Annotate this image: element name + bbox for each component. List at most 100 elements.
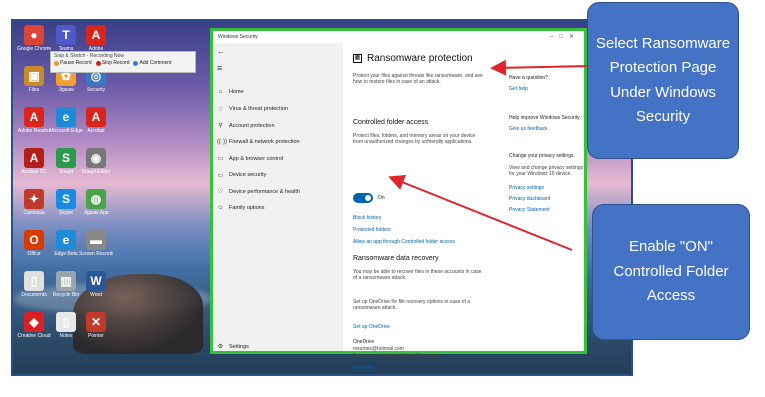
nav-item[interactable]: ☺ Family options xyxy=(217,205,264,211)
snip-toolbar: Snip & Sketch - Recording Now Pause Reco… xyxy=(50,51,196,73)
desktop-icon[interactable]: T Teams xyxy=(49,25,83,52)
add-comment-button[interactable]: Add Comment xyxy=(133,60,171,66)
app-icon: ◍ xyxy=(86,189,106,209)
feedback-link[interactable]: Give us feedback xyxy=(509,126,548,132)
annotated-screenshot: ● Google Chrome T Teams A Adobe ▣ Files ✿ Jigsaw ◎… xyxy=(0,0,765,397)
desktop-icon[interactable]: S Snagit xyxy=(49,148,83,175)
cfa-heading: Controlled folder access xyxy=(353,119,429,126)
app-icon: A xyxy=(86,107,106,127)
block-history-link[interactable]: Block history xyxy=(353,215,381,221)
window-controls[interactable]: –□✕ xyxy=(550,33,580,40)
app-icon: A xyxy=(86,25,106,45)
main-content: ▦ Ransomware protection Protect your fil… xyxy=(353,43,503,371)
nav-item[interactable]: ▭ App & browser control xyxy=(217,155,284,163)
recovery-description: You may be able to recover files in thes… xyxy=(353,269,482,282)
desktop-icon[interactable]: A Acrobat xyxy=(79,107,113,134)
desktop-icon-label: Recycle Bin xyxy=(52,292,80,298)
app-icon: ▥ xyxy=(56,271,76,291)
nav-item-label: Virus & threat protection xyxy=(229,106,288,112)
desktop-icon[interactable]: ▣ Files xyxy=(17,66,51,93)
window-title: Windows Security xyxy=(218,34,258,40)
desktop-icon[interactable]: ▯ Documents xyxy=(17,271,51,298)
nav-icon: ▭ xyxy=(217,156,224,162)
app-icon: ◆ xyxy=(24,312,44,332)
stop-icon xyxy=(95,60,101,66)
nav-icon: ♡ xyxy=(217,106,224,113)
desktop-icon-label: Pointer xyxy=(88,333,104,339)
protected-folders-link[interactable]: Protected folders xyxy=(353,227,391,233)
setup-onedrive-link[interactable]: Set up OneDrive xyxy=(353,324,390,330)
desktop-icon[interactable]: A Adobe xyxy=(79,25,113,52)
nav-item-label: Home xyxy=(229,89,244,95)
desktop-icon[interactable]: ▥ Recycle Bin xyxy=(49,271,83,298)
desktop-icon-label: Creative Cloud xyxy=(17,333,51,339)
desktop-icon[interactable]: e Microsoft Edge xyxy=(49,107,83,134)
allow-app-link[interactable]: Allow an app through Controlled folder a… xyxy=(353,239,455,245)
nav-icon: ☺ xyxy=(217,204,224,211)
desktop-icon-label: Snagit Editor xyxy=(81,169,111,175)
nav-item[interactable]: ▭ Device security xyxy=(217,172,267,179)
app-icon: e xyxy=(56,230,76,250)
desktop-icon[interactable]: ✕ Pointer xyxy=(79,312,113,339)
app-icon: e xyxy=(56,107,76,127)
app-icon: ▯ xyxy=(56,312,76,332)
app-icon: A xyxy=(24,148,44,168)
desktop-icon[interactable]: ▯ Notes xyxy=(49,312,83,339)
back-arrow-icon[interactable]: ← xyxy=(217,47,225,56)
nav-icon: ⌂ xyxy=(218,89,223,95)
desktop-icon[interactable]: ● Google Chrome xyxy=(17,25,51,52)
desktop-icon[interactable]: ✦ Camtasia xyxy=(17,189,51,216)
right-panel: Have a question? Get help Help improve W… xyxy=(509,43,585,351)
desktop-icon[interactable]: A Acrobat DC xyxy=(17,148,51,175)
desktop-icon-label: Camtasia xyxy=(23,210,45,216)
desktop-icon[interactable]: ◆ Creative Cloud xyxy=(17,312,51,339)
snip-title: Snip & Sketch - Recording Now xyxy=(54,53,125,59)
desktop-icon-label: Security xyxy=(86,87,106,93)
nav-item[interactable]: ((·)) Firewall & network protection xyxy=(217,139,300,145)
nav-item[interactable]: ♡ Virus & threat protection xyxy=(217,106,288,113)
nav-item[interactable]: ⚲ Account protection xyxy=(217,122,274,130)
app-icon: ▯ xyxy=(24,271,44,291)
account-description: Free account with individual file recove… xyxy=(353,353,445,359)
desktop-icon-label: Skype xyxy=(59,210,73,216)
desktop-icon[interactable]: O Office xyxy=(17,230,51,257)
nav-item-settings[interactable]: ⚙ Settings xyxy=(217,343,249,351)
get-help-link[interactable]: Get help xyxy=(509,86,528,92)
desktop-icon-label: Edge Beta xyxy=(54,251,78,257)
privacy-heading: Change your privacy settings xyxy=(509,153,574,159)
nav-icon: ⚲ xyxy=(218,123,223,129)
nav-item-label: Firewall & network protection xyxy=(229,138,300,145)
desktop-icon[interactable]: S Skype xyxy=(49,189,83,216)
intro-text: Protect your files against threats like … xyxy=(353,73,483,86)
desktop-icon[interactable]: ◉ Snagit Editor xyxy=(79,148,113,175)
desktop-icon[interactable]: ▬Screen Recorder xyxy=(79,230,113,257)
toggle-knob xyxy=(365,195,371,201)
pause-record-button[interactable]: Pause Record xyxy=(54,60,92,66)
nav-item-label: App & browser control xyxy=(229,155,284,162)
privacy-settings-link[interactable]: Privacy settings xyxy=(509,185,544,191)
desktop-icon-label: Adobe Reader xyxy=(17,128,51,134)
desktop-icon[interactable]: A Adobe Reader xyxy=(17,107,51,134)
desktop-icon[interactable]: e Edge Beta xyxy=(49,230,83,257)
desktop-icon-label: Word xyxy=(90,292,102,298)
desktop-icon[interactable]: W Word xyxy=(79,271,113,298)
onedrive-setup-text: Set up OneDrive for file recovery option… xyxy=(353,299,471,312)
desktop-icon[interactable]: ◍ Jigsaw App xyxy=(79,189,113,216)
hamburger-menu-icon[interactable]: ≡ xyxy=(217,63,222,73)
stop-record-button[interactable]: Stop Record xyxy=(95,60,129,66)
cfa-toggle[interactable] xyxy=(353,193,373,203)
privacy-dashboard-link[interactable]: Privacy dashboard xyxy=(509,196,550,202)
privacy-statement-link[interactable]: Privacy Statement xyxy=(509,207,550,213)
nav-item[interactable]: ⌂ Home xyxy=(217,89,244,95)
app-icon: ▣ xyxy=(24,66,44,86)
nav-item[interactable]: ♡ Device performance & health xyxy=(217,188,300,196)
view-files-link[interactable]: View files xyxy=(353,365,374,371)
app-icon: ● xyxy=(24,25,44,45)
app-icon: T xyxy=(56,25,76,45)
app-icon: W xyxy=(86,271,106,291)
onedrive-label: OneDrive xyxy=(353,339,375,345)
cfa-description: Protect files, folders, and memory areas… xyxy=(353,133,476,146)
app-icon: ◉ xyxy=(86,148,106,168)
app-icon: S xyxy=(56,189,76,209)
desktop-icon-label: Notes xyxy=(59,333,73,339)
